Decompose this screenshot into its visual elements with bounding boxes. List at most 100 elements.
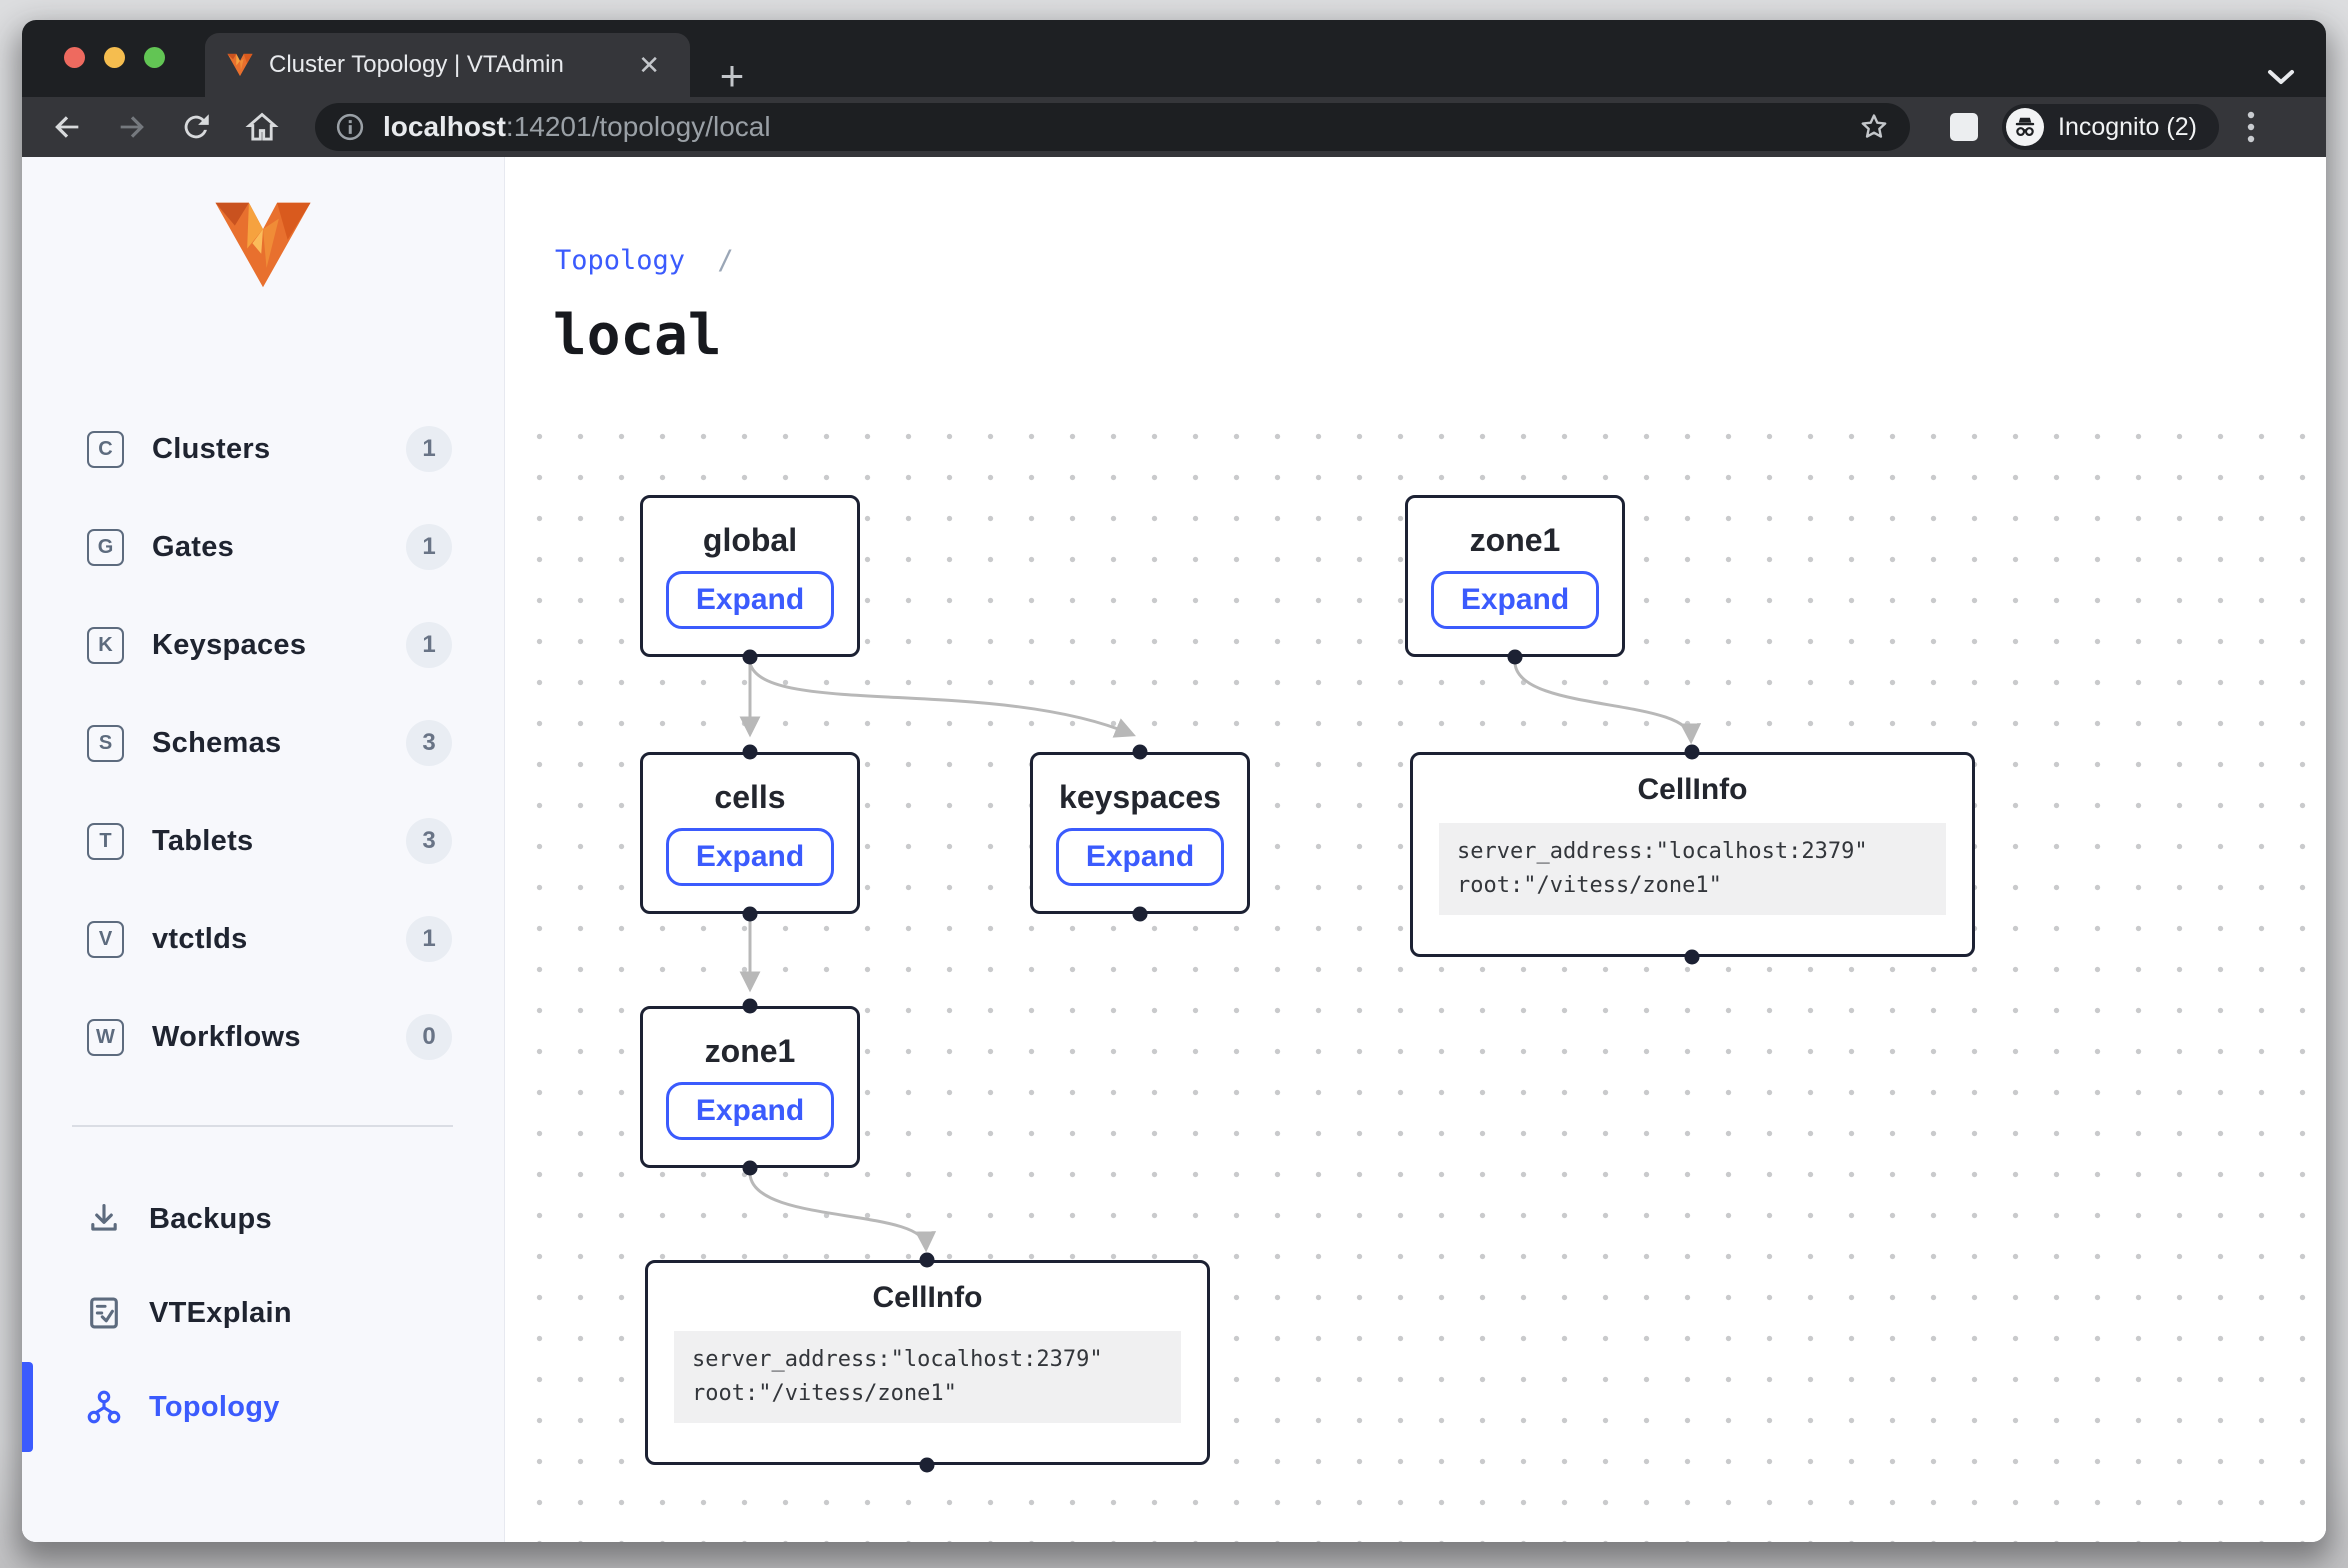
count-badge: 1 <box>406 916 452 962</box>
incognito-icon <box>2006 108 2044 146</box>
sidebar-item-label: Gates <box>152 531 234 564</box>
node-keyspaces[interactable]: keyspaces Expand <box>1030 752 1250 914</box>
main-panel: Topology / local <box>505 157 2326 1542</box>
sidebar-nav: C Clusters 1 G Gates 1 K Keyspaces 1 <box>22 400 504 1086</box>
sidebar-item-vtexplain[interactable]: VTExplain <box>22 1266 504 1360</box>
site-info-icon[interactable] <box>335 112 365 142</box>
cellinfo-code: server_address:"localhost:2379" root:"/v… <box>674 1331 1181 1423</box>
breadcrumb-separator: / <box>717 245 733 276</box>
sidebar-item-label: Tablets <box>152 825 253 858</box>
schemas-letter-icon: S <box>87 725 124 762</box>
expand-button[interactable]: Expand <box>666 571 834 629</box>
port-cellinfo-bottom-top <box>920 1253 935 1268</box>
keyspaces-letter-icon: K <box>87 627 124 664</box>
port-cells-top <box>743 745 758 760</box>
tablets-letter-icon: T <box>87 823 124 860</box>
address-bar[interactable]: localhost:14201/topology/local <box>315 103 1910 151</box>
node-zone1-top[interactable]: zone1 Expand <box>1405 495 1625 657</box>
sidebar-item-keyspaces[interactable]: K Keyspaces 1 <box>22 596 504 694</box>
expand-button[interactable]: Expand <box>1056 828 1224 886</box>
zoom-window-button[interactable] <box>144 47 165 68</box>
sidebar-item-tablets[interactable]: T Tablets 3 <box>22 792 504 890</box>
sidebar-item-label: Workflows <box>152 1021 301 1054</box>
sidebar-tools: Backups VTExplain <box>22 1172 504 1454</box>
node-cells[interactable]: cells Expand <box>640 752 860 914</box>
side-panel-icon[interactable] <box>1950 113 1978 141</box>
sidebar: C Clusters 1 G Gates 1 K Keyspaces 1 <box>22 157 505 1542</box>
bookmark-star-icon[interactable] <box>1858 111 1890 143</box>
sidebar-item-gates[interactable]: G Gates 1 <box>22 498 504 596</box>
breadcrumb: Topology / <box>555 245 734 276</box>
expand-button[interactable]: Expand <box>666 828 834 886</box>
workflows-letter-icon: W <box>87 1019 124 1056</box>
url-text[interactable]: localhost:14201/topology/local <box>383 111 771 143</box>
back-icon[interactable] <box>47 107 87 147</box>
sidebar-item-label: VTExplain <box>149 1297 292 1330</box>
expand-button[interactable]: Expand <box>666 1082 834 1140</box>
expand-button[interactable]: Expand <box>1431 571 1599 629</box>
browser-toolbar: localhost:14201/topology/local Incogn <box>22 97 2326 157</box>
sidebar-item-label: vtctlds <box>152 923 248 956</box>
sidebar-item-schemas[interactable]: S Schemas 3 <box>22 694 504 792</box>
node-zone1-bottom[interactable]: zone1 Expand <box>640 1006 860 1168</box>
gates-letter-icon: G <box>87 529 124 566</box>
node-title: global <box>703 522 797 559</box>
code-line: root:"/vitess/zone1" <box>692 1377 1163 1411</box>
topology-icon <box>85 1388 123 1426</box>
browser-menu-icon[interactable] <box>2245 107 2257 147</box>
sidebar-item-backups[interactable]: Backups <box>22 1172 504 1266</box>
vitess-logo <box>213 201 313 289</box>
browser-tab[interactable]: Cluster Topology | VTAdmin ✕ <box>205 33 690 97</box>
chevron-down-icon[interactable] <box>2266 68 2296 86</box>
port-zone1-bottom-bottom <box>743 1161 758 1176</box>
node-global[interactable]: global Expand <box>640 495 860 657</box>
window-controls <box>64 47 165 68</box>
page-content: C Clusters 1 G Gates 1 K Keyspaces 1 <box>22 157 2326 1542</box>
node-title: keyspaces <box>1059 779 1221 816</box>
code-line: server_address:"localhost:2379" <box>692 1343 1163 1377</box>
sidebar-item-workflows[interactable]: W Workflows 0 <box>22 988 504 1086</box>
sidebar-item-clusters[interactable]: C Clusters 1 <box>22 400 504 498</box>
count-badge: 1 <box>406 426 452 472</box>
edge-global-keyspaces <box>750 663 1131 734</box>
clusters-letter-icon: C <box>87 431 124 468</box>
download-icon <box>85 1200 123 1238</box>
node-cellinfo-right[interactable]: CellInfo server_address:"localhost:2379"… <box>1410 752 1975 957</box>
breadcrumb-topology-link[interactable]: Topology <box>555 245 685 276</box>
node-cellinfo-bottom[interactable]: CellInfo server_address:"localhost:2379"… <box>645 1260 1210 1465</box>
count-badge: 3 <box>406 720 452 766</box>
reload-icon[interactable] <box>176 107 216 147</box>
sidebar-item-label: Clusters <box>152 433 270 466</box>
home-icon[interactable] <box>242 107 282 147</box>
new-tab-button[interactable]: + <box>712 58 752 98</box>
sidebar-item-label: Topology <box>149 1391 280 1424</box>
port-cellinfo-bottom-bottom <box>920 1458 935 1473</box>
page-title: local <box>553 303 722 368</box>
tab-strip: Cluster Topology | VTAdmin ✕ + <box>22 20 2326 97</box>
code-line: root:"/vitess/zone1" <box>1457 869 1928 903</box>
incognito-label: Incognito (2) <box>2058 113 2197 142</box>
incognito-badge[interactable]: Incognito (2) <box>2002 104 2219 150</box>
count-badge: 0 <box>406 1014 452 1060</box>
tab-title: Cluster Topology | VTAdmin <box>269 51 630 79</box>
active-indicator <box>22 1362 33 1452</box>
url-host: localhost <box>383 111 506 142</box>
sidebar-item-vtctlds[interactable]: V vtctlds 1 <box>22 890 504 988</box>
node-title: CellInfo <box>1413 773 1972 807</box>
edge-zone1-cellinfo-right <box>1515 663 1691 739</box>
code-line: server_address:"localhost:2379" <box>1457 835 1928 869</box>
count-badge: 1 <box>406 622 452 668</box>
vitess-favicon-icon <box>227 53 253 77</box>
sidebar-item-label: Keyspaces <box>152 629 306 662</box>
sidebar-item-label: Backups <box>149 1203 272 1236</box>
minimize-window-button[interactable] <box>104 47 125 68</box>
node-title: zone1 <box>705 1033 796 1070</box>
sidebar-item-topology[interactable]: Topology <box>22 1360 504 1454</box>
tab-close-icon[interactable]: ✕ <box>630 48 668 82</box>
forward-icon[interactable] <box>112 107 152 147</box>
edge-zone1-cellinfo-bottom <box>750 1174 926 1247</box>
topology-canvas[interactable]: global Expand zone1 Expand cells Expand … <box>505 410 2326 1542</box>
close-window-button[interactable] <box>64 47 85 68</box>
browser-window: Cluster Topology | VTAdmin ✕ + <box>22 20 2326 1542</box>
sidebar-item-label: Schemas <box>152 727 281 760</box>
